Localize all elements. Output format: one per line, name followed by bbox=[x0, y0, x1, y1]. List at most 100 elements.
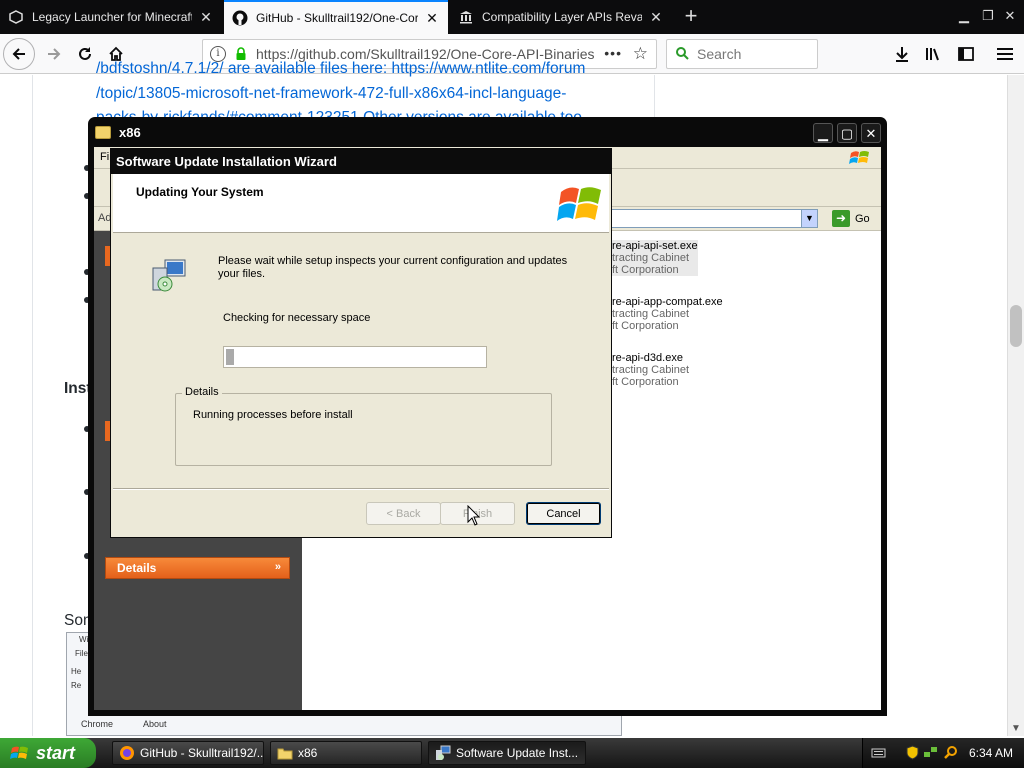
start-button[interactable]: start bbox=[0, 738, 96, 768]
file-description: tracting Cabinet bbox=[612, 252, 698, 264]
windows-flag-icon bbox=[10, 746, 28, 759]
wizard-title-bar[interactable]: Software Update Installation Wizard bbox=[111, 149, 611, 174]
file-description: tracting Cabinet bbox=[612, 308, 690, 320]
search-placeholder: Search bbox=[697, 46, 742, 62]
maximize-button[interactable]: ▢ bbox=[837, 123, 857, 143]
setup-icon bbox=[436, 745, 451, 760]
go-button[interactable]: ➜ Go bbox=[832, 209, 870, 228]
search-icon[interactable] bbox=[943, 745, 958, 760]
tab-github[interactable]: GitHub - Skulltrail192/One-Core-Al ✕ bbox=[224, 0, 448, 34]
close-icon[interactable]: ✕ bbox=[424, 10, 440, 27]
menu-file[interactable]: Fi bbox=[100, 151, 109, 163]
wizard-instructions: Please wait while setup inspects your cu… bbox=[218, 255, 568, 280]
search-icon bbox=[675, 46, 689, 63]
file-company: ft Corporation bbox=[612, 264, 698, 276]
scroll-down-arrow-icon[interactable]: ▼ bbox=[1011, 723, 1021, 734]
content-border bbox=[32, 75, 33, 736]
double-chevron-down-icon[interactable]: » bbox=[275, 561, 281, 573]
wizard-header-title: Updating Your System bbox=[136, 185, 264, 199]
lock-icon[interactable] bbox=[234, 47, 248, 61]
bookmark-star-icon[interactable]: ☆ bbox=[633, 44, 648, 64]
wizard-title: Software Update Installation Wizard bbox=[116, 154, 337, 169]
details-legend: Details bbox=[182, 386, 222, 398]
explorer-title: x86 bbox=[119, 124, 141, 140]
page-link[interactable]: /topic/13805-microsoft-net-framework-472… bbox=[96, 85, 566, 103]
minimize-button[interactable]: ▁ bbox=[813, 123, 833, 143]
task-label: x86 bbox=[298, 746, 318, 760]
chevron-down-icon[interactable]: ▼ bbox=[801, 210, 817, 227]
tab-legacy-launcher[interactable]: Legacy Launcher for Minecraft (ex ✕ bbox=[0, 0, 222, 34]
details-text: Running processes before install bbox=[193, 409, 353, 421]
legacy-launcher-icon bbox=[8, 9, 24, 25]
search-box[interactable]: Search bbox=[666, 39, 818, 69]
go-arrow-icon: ➜ bbox=[832, 210, 850, 227]
wizard-status: Checking for necessary space bbox=[223, 312, 371, 324]
firefox-icon bbox=[120, 746, 134, 760]
file-name: re-api-api-set.exe bbox=[612, 240, 698, 252]
close-icon[interactable]: ✕ bbox=[198, 9, 214, 26]
forward-arrow-icon bbox=[48, 48, 61, 60]
file-name: re-api-app-compat.exe bbox=[612, 296, 723, 308]
back-arrow-icon bbox=[12, 48, 25, 60]
folder-icon bbox=[95, 125, 111, 139]
network-icon[interactable] bbox=[923, 745, 938, 760]
page-scrollbar[interactable]: ▼ bbox=[1007, 75, 1024, 736]
back-button[interactable] bbox=[3, 38, 35, 70]
file-item[interactable]: re-api-api-set.exe tracting Cabinet ft C… bbox=[612, 240, 698, 276]
hamburger-menu-icon bbox=[997, 48, 1013, 60]
forward-button[interactable] bbox=[40, 40, 68, 68]
restore-icon[interactable]: ❐ bbox=[978, 6, 998, 26]
back-button[interactable]: < Back bbox=[366, 502, 441, 525]
clock: 6:34 AM bbox=[969, 746, 1014, 760]
explorer-title-bar[interactable]: x86 bbox=[88, 117, 887, 147]
tab-title: Compatibility Layer APIs Revampe bbox=[482, 10, 642, 24]
close-icon[interactable]: ✕ bbox=[648, 9, 664, 26]
new-tab-plus-icon[interactable]: + bbox=[678, 4, 704, 30]
tab-title: Legacy Launcher for Minecraft (ex bbox=[32, 10, 192, 24]
wizard-body: Please wait while setup inspects your cu… bbox=[113, 234, 609, 488]
windows-xp-logo-icon bbox=[557, 187, 601, 221]
details-label: Details bbox=[117, 561, 157, 575]
keyboard-icon[interactable] bbox=[871, 745, 886, 760]
file-name: re-api-d3d.exe bbox=[612, 352, 683, 364]
taskbar: start GitHub - Skulltrail192/... x86 Sof… bbox=[0, 738, 1024, 768]
library-button[interactable] bbox=[920, 40, 948, 68]
folder-icon bbox=[277, 748, 293, 760]
sidebar-icon bbox=[958, 47, 974, 61]
file-item[interactable]: re-api-d3d.exe tracting Cabinet ft Corpo… bbox=[612, 352, 689, 388]
reload-button[interactable] bbox=[71, 40, 99, 68]
wizard-header: Updating Your System bbox=[113, 174, 609, 233]
windows-logo-icon bbox=[849, 151, 869, 164]
file-description: tracting Cabinet bbox=[612, 364, 690, 376]
divider bbox=[113, 488, 609, 490]
cancel-button[interactable]: Cancel bbox=[526, 502, 601, 525]
file-company: ft Corporation bbox=[612, 320, 679, 332]
system-tray: 6:34 AM bbox=[862, 738, 1024, 768]
address-field[interactable]: ▼ bbox=[604, 209, 818, 228]
close-window-icon[interactable]: ✕ bbox=[1000, 6, 1020, 26]
downloads-button[interactable] bbox=[888, 40, 916, 68]
sidebar-button[interactable] bbox=[952, 40, 980, 68]
page-link[interactable]: /bdfstoshn/4.7.1/2/ are available files … bbox=[96, 60, 585, 78]
minimize-icon[interactable]: ▁ bbox=[954, 6, 974, 26]
mouse-cursor-icon bbox=[467, 505, 481, 526]
update-wizard-dialog: Software Update Installation Wizard Upda… bbox=[110, 148, 612, 538]
scrollbar-thumb[interactable] bbox=[1010, 305, 1022, 347]
start-label: start bbox=[36, 742, 76, 763]
task-label: GitHub - Skulltrail192/... bbox=[140, 746, 264, 760]
taskbar-item-explorer[interactable]: x86 bbox=[270, 741, 422, 765]
file-item[interactable]: re-api-app-compat.exe tracting Cabinet f… bbox=[612, 296, 723, 332]
task-label: Software Update Inst... bbox=[456, 746, 579, 760]
taskbar-item-wizard[interactable]: Software Update Inst... bbox=[428, 741, 586, 765]
browser-tab-bar: Legacy Launcher for Minecraft (ex ✕ GitH… bbox=[0, 0, 1024, 34]
details-panel-header[interactable]: Details » bbox=[105, 557, 290, 579]
library-icon bbox=[926, 48, 939, 61]
menu-button[interactable] bbox=[991, 40, 1019, 68]
taskbar-item-firefox[interactable]: GitHub - Skulltrail192/... bbox=[112, 741, 264, 765]
page-actions-more-icon[interactable]: ••• bbox=[604, 45, 622, 61]
museum-icon bbox=[458, 9, 474, 25]
close-button[interactable]: ✕ bbox=[861, 123, 881, 143]
security-shield-icon[interactable] bbox=[905, 745, 920, 760]
reload-icon bbox=[79, 47, 91, 60]
tab-compatibility-layer[interactable]: Compatibility Layer APIs Revampe ✕ bbox=[450, 0, 672, 34]
